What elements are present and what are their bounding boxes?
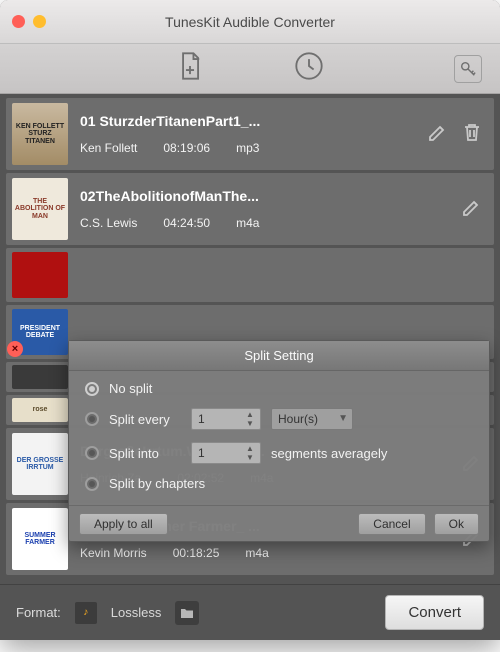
ok-button[interactable]: Ok	[434, 513, 479, 535]
edit-track-button[interactable]	[426, 120, 450, 149]
track-format: mp3	[236, 141, 259, 155]
radio-split-by-chapters[interactable]: Split by chapters	[85, 476, 473, 491]
app-window: TunesKit Audible Converter KEN FOLLETT S…	[0, 0, 500, 640]
radio-label: Split into	[109, 446, 181, 461]
edit-track-button[interactable]	[460, 195, 484, 224]
close-dialog-button[interactable]: ×	[7, 341, 23, 357]
bottom-bar: Format: ♪ Lossless Convert	[0, 584, 500, 640]
cover-thumbnail: THE ABOLITION OF MAN	[12, 178, 68, 240]
history-button[interactable]	[294, 51, 324, 86]
split-every-unit-select[interactable]: Hour(s)▼	[271, 408, 353, 430]
register-button[interactable]	[454, 55, 482, 83]
close-window-button[interactable]	[12, 15, 25, 28]
split-into-value-input[interactable]: 1▲▼	[191, 442, 261, 464]
radio-split-every[interactable]: Split every 1▲▼ Hour(s)▼	[85, 408, 473, 430]
format-chip-icon[interactable]: ♪	[75, 602, 97, 624]
track-duration: 08:19:06	[163, 141, 210, 155]
radio-icon	[85, 382, 99, 396]
titlebar: TunesKit Audible Converter	[0, 0, 500, 44]
track-artist: C.S. Lewis	[80, 216, 137, 230]
add-file-button[interactable]	[176, 51, 204, 86]
radio-icon	[85, 412, 99, 426]
radio-icon	[85, 446, 99, 460]
split-every-value-input[interactable]: 1▲▼	[191, 408, 261, 430]
cover-thumbnail: rose	[12, 398, 68, 422]
cancel-button[interactable]: Cancel	[358, 513, 425, 535]
convert-button[interactable]: Convert	[385, 595, 484, 630]
list-item[interactable]: KEN FOLLETT STURZ TITANEN 01 SturzderTit…	[6, 98, 494, 170]
track-title: 02TheAbolitionofManThe...	[80, 188, 448, 204]
track-format: m4a	[236, 216, 259, 230]
format-name[interactable]: Lossless	[111, 605, 162, 620]
minimize-window-button[interactable]	[33, 15, 46, 28]
radio-label: Split every	[109, 412, 181, 427]
cover-thumbnail	[12, 252, 68, 298]
output-folder-button[interactable]	[175, 601, 199, 625]
radio-icon	[85, 477, 99, 491]
radio-split-into[interactable]: Split into 1▲▼ segments averagely	[85, 442, 473, 464]
split-setting-dialog: × Split Setting No split Split every 1▲▼…	[68, 340, 490, 542]
track-artist: Ken Follett	[80, 141, 137, 155]
toolbar	[0, 44, 500, 94]
track-duration: 00:18:25	[173, 546, 220, 560]
track-artist: Kevin Morris	[80, 546, 147, 560]
cover-thumbnail: DER GROSSE IRRTUM	[12, 433, 68, 495]
cover-thumbnail: KEN FOLLETT STURZ TITANEN	[12, 103, 68, 165]
format-label: Format:	[16, 605, 61, 620]
split-into-suffix: segments averagely	[271, 446, 387, 461]
list-item[interactable]	[6, 248, 494, 302]
file-list: KEN FOLLETT STURZ TITANEN 01 SturzderTit…	[0, 94, 500, 584]
track-format: m4a	[245, 546, 268, 560]
delete-track-button[interactable]	[460, 120, 484, 149]
cover-thumbnail: SUMMER FARMER	[12, 508, 68, 570]
radio-label: No split	[109, 381, 152, 396]
apply-all-button[interactable]: Apply to all	[79, 513, 168, 535]
list-item[interactable]: THE ABOLITION OF MAN 02TheAbolitionofMan…	[6, 173, 494, 245]
radio-label: Split by chapters	[109, 476, 205, 491]
window-title: TunesKit Audible Converter	[12, 14, 488, 30]
track-title: 01 SturzderTitanenPart1_...	[80, 113, 414, 129]
radio-no-split[interactable]: No split	[85, 381, 473, 396]
track-duration: 04:24:50	[163, 216, 210, 230]
dialog-title: Split Setting	[69, 341, 489, 371]
cover-thumbnail	[12, 365, 68, 389]
